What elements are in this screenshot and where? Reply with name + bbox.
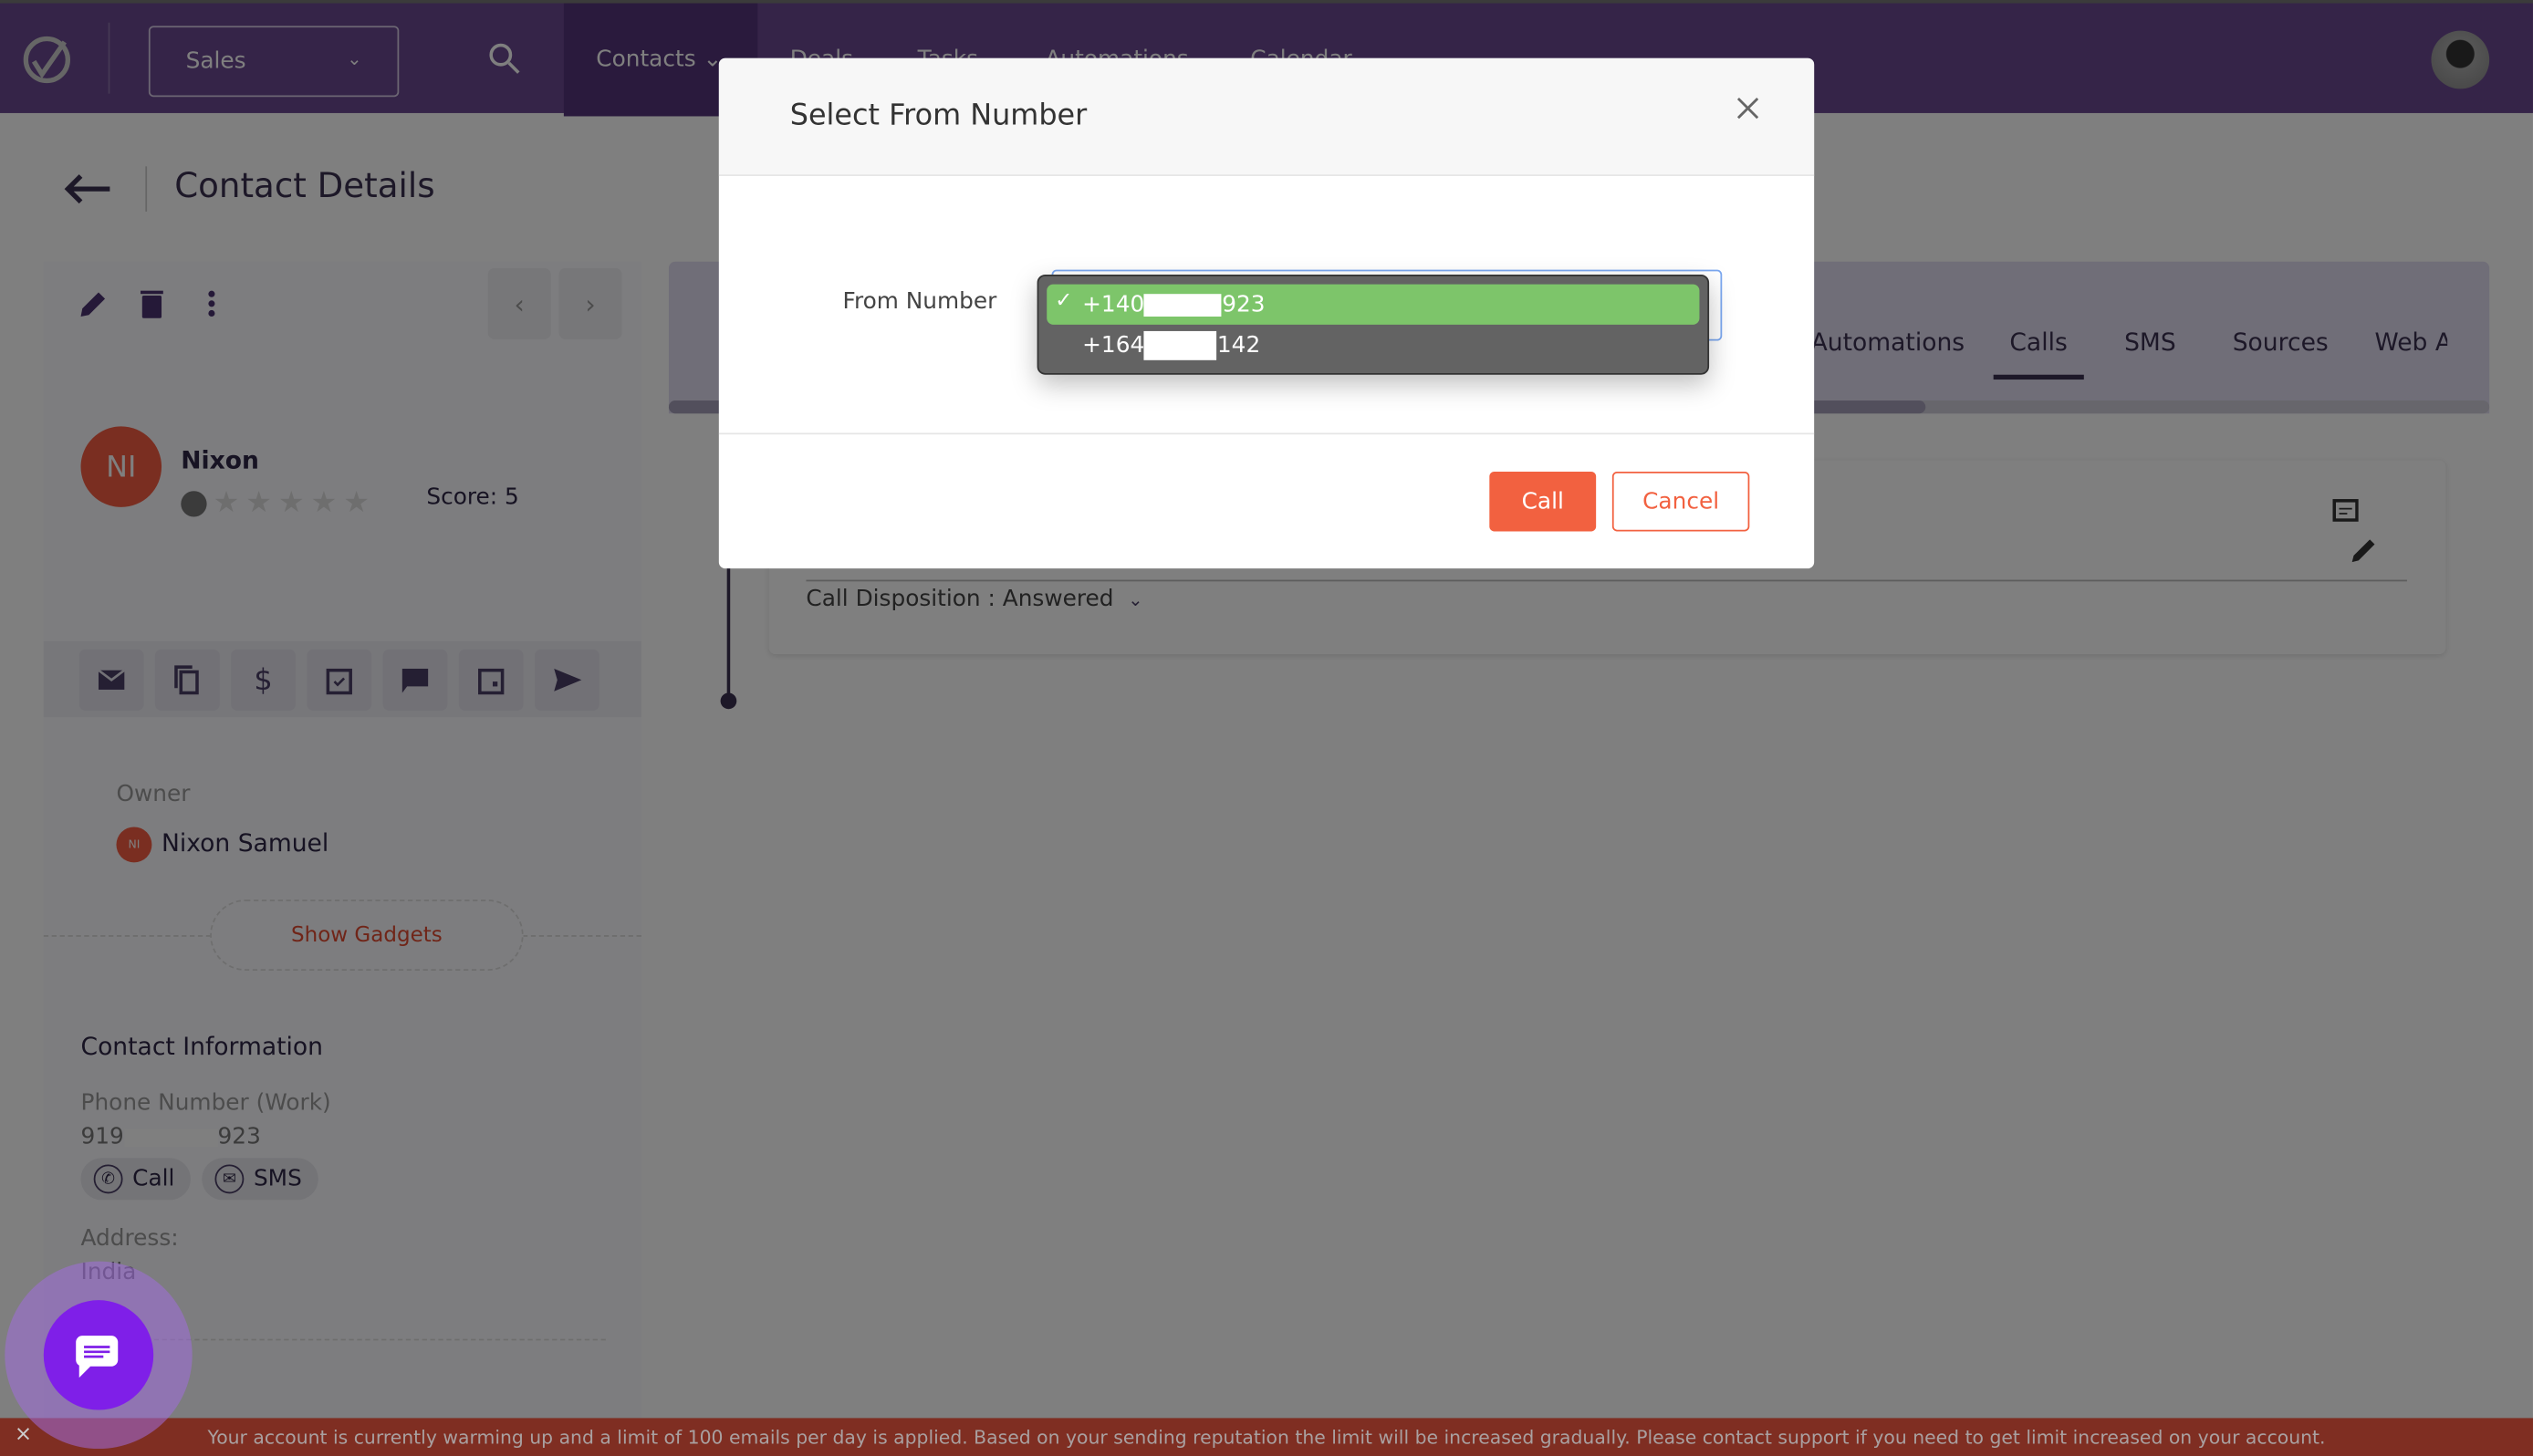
close-banner-icon[interactable]: × <box>15 1423 32 1448</box>
dialog-title: Select From Number <box>789 98 1088 133</box>
from-number-option[interactable]: ✓ +140 923 <box>1047 284 1700 325</box>
call-button[interactable]: Call <box>1489 471 1597 532</box>
divider <box>718 432 1815 435</box>
chat-widget-button[interactable] <box>43 1300 154 1410</box>
checkmark-icon: ✓ <box>1055 288 1073 314</box>
select-from-number-dialog: Select From Number From Number ✓ +140 923 … <box>718 57 1815 569</box>
from-number-label: From Number <box>842 288 997 316</box>
from-number-dropdown: ✓ +140 923 +164 142 <box>1037 274 1710 375</box>
from-number-option[interactable]: +164 142 <box>1047 325 1699 365</box>
banner-message: Your account is currently warming up and… <box>207 1426 2326 1450</box>
warmup-banner: × Your account is currently warming up a… <box>0 1418 2533 1456</box>
chat-icon <box>76 1336 119 1378</box>
redaction <box>1144 330 1217 359</box>
redaction <box>1144 293 1223 317</box>
cancel-button[interactable]: Cancel <box>1611 471 1750 532</box>
close-icon[interactable] <box>1734 94 1763 123</box>
